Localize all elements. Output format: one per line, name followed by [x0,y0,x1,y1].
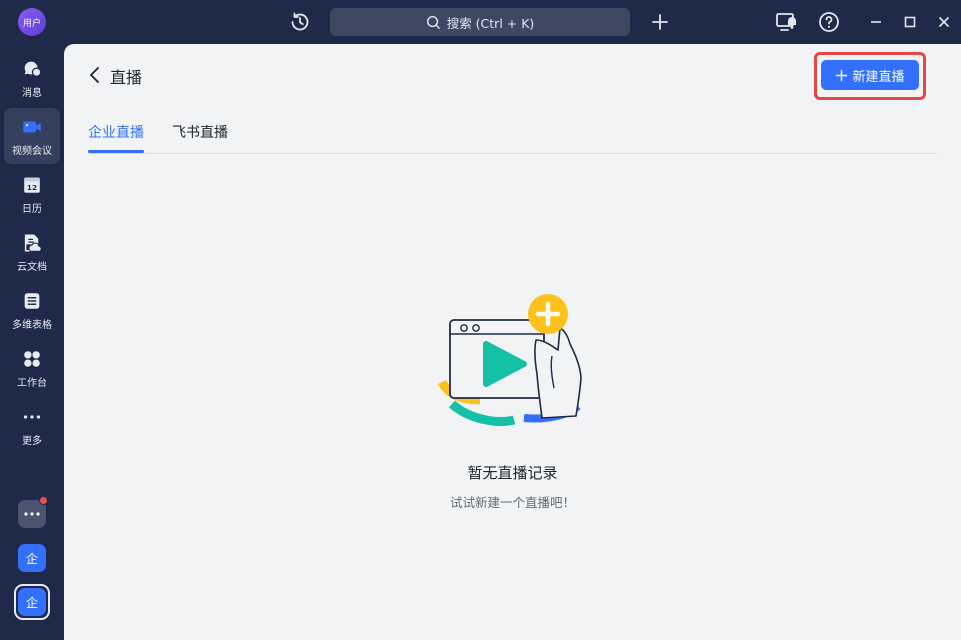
user-avatar[interactable]: 用户 [18,8,46,36]
grid-apps-icon [24,350,40,367]
sidebar-item-label: 视频会议 [12,145,52,157]
sidebar-item-more[interactable]: 更多 [4,398,60,454]
sidebar-item-messages[interactable]: 消息 [4,50,60,106]
tab-bar: 企业直播 飞书直播 [88,110,937,154]
new-live-button-label: 新建直播 [852,68,905,84]
org-switch-button[interactable]: 企 [18,544,46,572]
title-bar: 用户 搜索 (Ctrl + K) [0,0,961,44]
plus-icon[interactable] [648,10,672,34]
tab-enterprise-live[interactable]: 企业直播 [88,122,144,142]
sidebar-item-label: 工作台 [17,377,47,389]
empty-live-illustration [437,294,582,426]
sidebar: 消息 视频会议 12 日历 云文档 多维表格 工作台 更多 企 企 [0,44,64,640]
close-icon[interactable] [932,10,956,34]
sidebar-item-label: 多维表格 [12,319,52,331]
calendar-day: 12 [27,183,37,192]
back-arrow-icon[interactable] [86,64,106,86]
more-dots-icon [23,414,41,419]
search-placeholder: 搜索 (Ctrl + K) [446,15,535,31]
sidebar-item-label: 日历 [22,203,42,215]
minimize-icon[interactable] [864,10,888,34]
empty-state-subtitle: 试试新建一个直播吧！ [449,495,575,510]
tab-label: 飞书直播 [172,125,228,141]
chat-bubble-icon [24,61,42,77]
help-icon[interactable] [817,10,841,34]
calendar-icon: 12 [24,177,40,193]
org-label: 企 [25,595,38,610]
screen-notify-icon[interactable] [774,10,798,34]
empty-state-title: 暂无直播记录 [467,464,558,482]
table-icon [24,292,40,309]
current-org-button[interactable]: 企 [18,588,46,616]
new-live-button[interactable]: 新建直播 [821,60,919,90]
search-box[interactable]: 搜索 (Ctrl + K) [330,8,630,36]
avatar-label: 用户 [22,18,41,29]
sidebar-item-video-meeting[interactable]: 视频会议 [4,108,60,164]
plus-icon [836,69,848,81]
main-content: 直播 新建直播 企业直播 飞书直播 暂无直播记录 试试新建一个直播吧！ [64,44,961,640]
sidebar-item-cloud-docs[interactable]: 云文档 [4,224,60,280]
sidebar-item-calendar[interactable]: 12 日历 [4,166,60,222]
video-camera-icon [23,121,41,132]
sidebar-item-bitable[interactable]: 多维表格 [4,282,60,338]
tab-feishu-live[interactable]: 飞书直播 [172,122,228,142]
history-icon[interactable] [288,10,312,34]
sidebar-item-workplace[interactable]: 工作台 [4,340,60,396]
cloud-doc-icon [24,233,42,252]
org-label: 企 [25,551,38,566]
active-tab-indicator [88,150,144,153]
sidebar-item-label: 更多 [22,435,42,447]
maximize-icon[interactable] [898,10,922,34]
ellipsis-icon [24,512,40,516]
tab-label: 企业直播 [88,125,144,141]
page-title: 直播 [110,68,143,87]
sidebar-item-label: 云文档 [17,261,47,273]
notification-dot [39,496,48,505]
sidebar-item-label: 消息 [22,87,42,99]
search-icon [426,15,440,29]
